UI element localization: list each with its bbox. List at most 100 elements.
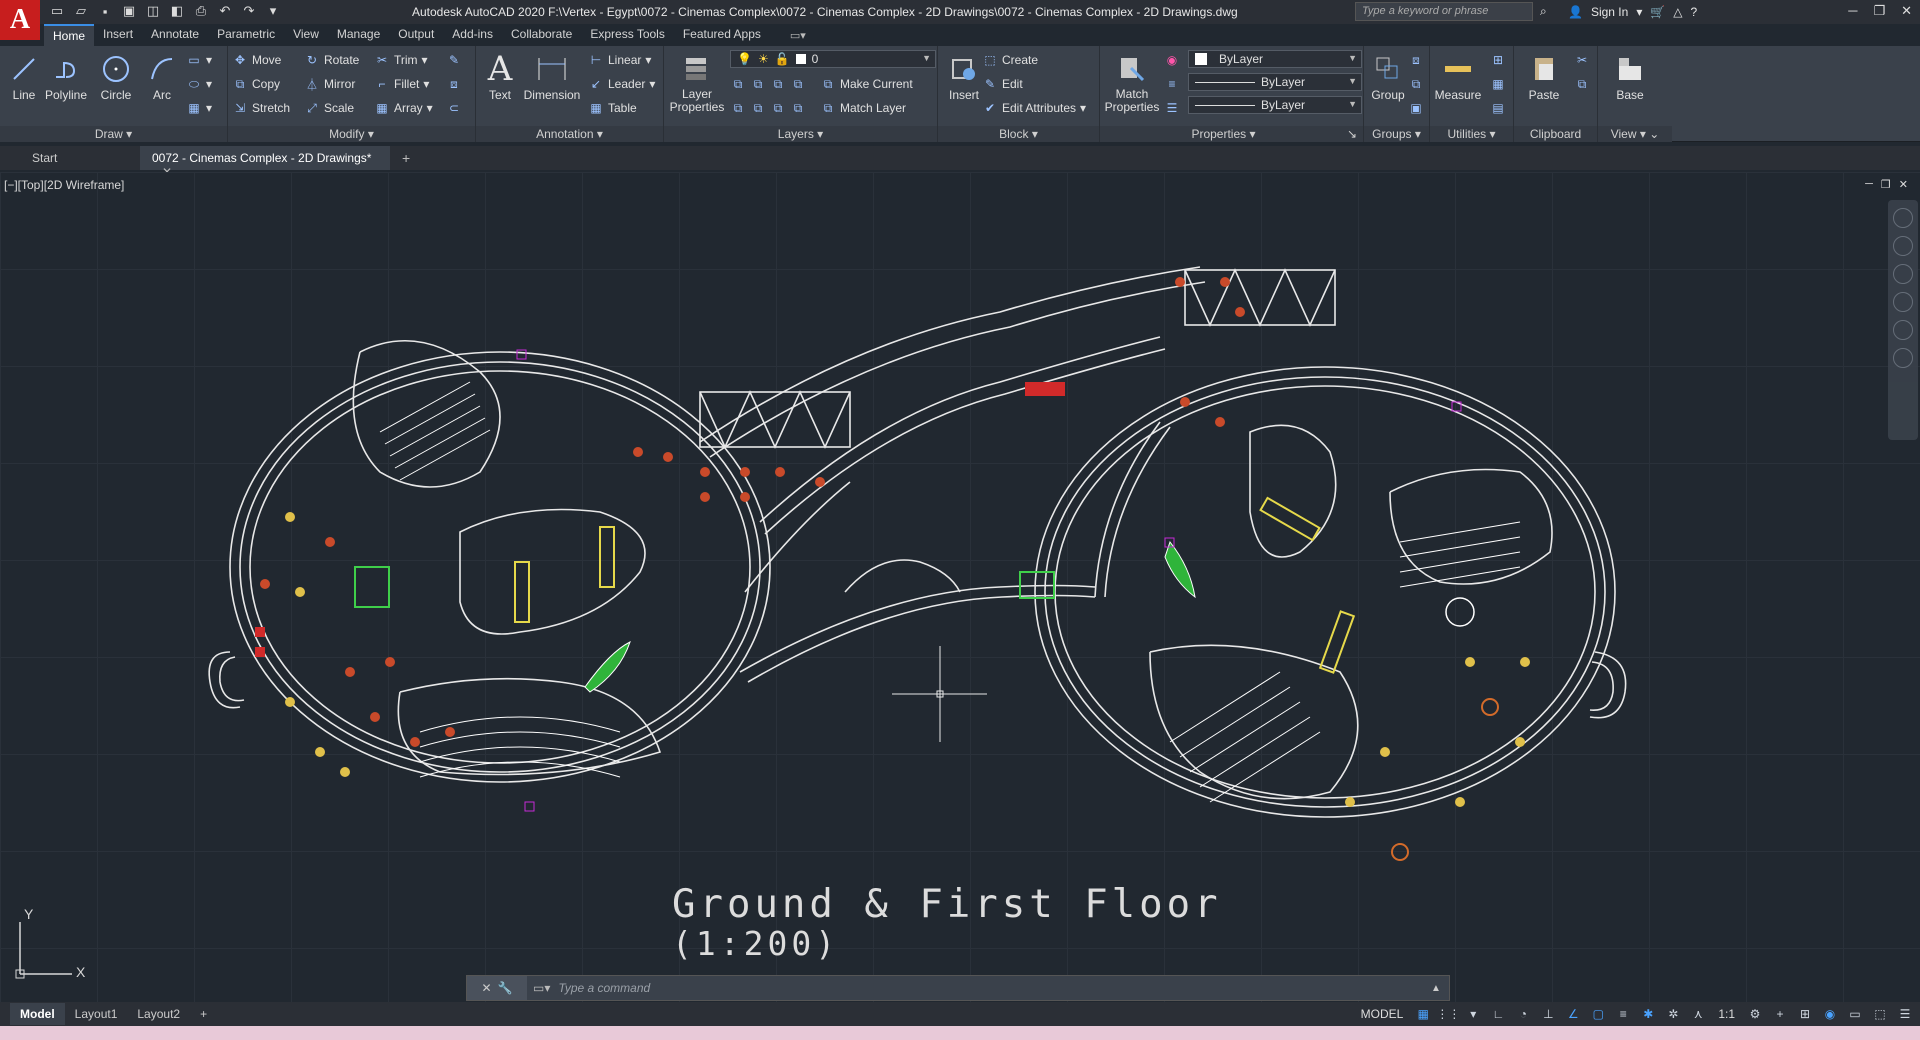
polyline-tool[interactable]: Polyline [42, 50, 90, 102]
line-tool[interactable]: Line [0, 50, 48, 102]
viewcube-icon[interactable] [1893, 208, 1913, 228]
panel-modify-label[interactable]: Modify ▾ [228, 126, 475, 142]
command-history-icon[interactable]: ▲ [1431, 983, 1449, 994]
annotation-scale-icon[interactable]: ⋏ [1689, 1005, 1707, 1023]
tab-layout2[interactable]: Layout2 [127, 1003, 190, 1025]
tab-view[interactable]: View [284, 24, 328, 46]
group-edit-icon[interactable]: ⧉ [1408, 74, 1424, 94]
select-all-icon[interactable]: ▦ [1490, 74, 1506, 94]
pan-icon[interactable] [1893, 264, 1913, 284]
layer-properties-tool[interactable]: Layer Properties [666, 50, 728, 114]
insert-tool[interactable]: Insert [940, 50, 988, 102]
tab-layout1[interactable]: Layout1 [65, 1003, 128, 1025]
lineweight-dropdown[interactable]: ByLayer ▼ [1188, 96, 1362, 114]
panel-draw-label[interactable]: Draw ▾ [0, 126, 227, 142]
calculator-icon[interactable]: ▤ [1490, 98, 1506, 118]
application-menu-button[interactable]: A [0, 0, 40, 40]
circle-tool[interactable]: Circle [92, 50, 140, 102]
redo-icon[interactable]: ↷ [240, 2, 258, 20]
hatch-icon[interactable]: ▦ ▾ [186, 98, 212, 118]
create-block-button[interactable]: ⬚ Create [982, 50, 1038, 70]
command-input[interactable]: Type a command [550, 981, 1431, 995]
save-to-web-icon[interactable]: ◧ [168, 2, 186, 20]
trim-button[interactable]: ✂ Trim ▾ [374, 50, 428, 70]
tab-collaborate[interactable]: Collaborate [502, 24, 581, 46]
vp-close-icon[interactable]: ✕ [1899, 178, 1908, 191]
ortho-icon[interactable]: ∟ [1489, 1005, 1507, 1023]
add-layout-icon[interactable]: + [190, 1003, 217, 1025]
rotate-button[interactable]: ↻ Rotate [304, 50, 359, 70]
steering-wheel-icon[interactable] [1893, 236, 1913, 256]
auto-scale-icon[interactable]: ✲ [1664, 1005, 1682, 1023]
close-command-icon[interactable]: ✕ [481, 981, 491, 995]
tab-add-ins[interactable]: Add-ins [443, 24, 502, 46]
grid-icon[interactable]: ▦ [1414, 1005, 1432, 1023]
tab-home[interactable]: Home [44, 24, 95, 46]
mirror-button[interactable]: ⏃ Mirror [304, 74, 355, 94]
zoom-icon[interactable] [1893, 292, 1913, 312]
arc-tool[interactable]: Arc [138, 50, 186, 102]
recent-commands-icon[interactable]: ▭▾ [533, 981, 550, 995]
tab-annotate[interactable]: Annotate [142, 24, 208, 46]
new-tab-icon[interactable]: + [390, 150, 422, 166]
tab-manage[interactable]: Manage [328, 24, 389, 46]
save-icon[interactable]: ▪ [96, 2, 114, 20]
showmotion-icon[interactable] [1893, 348, 1913, 368]
customization-menu-icon[interactable]: ☰ [1896, 1005, 1914, 1023]
panel-annotation-label[interactable]: Annotation ▾ [476, 126, 663, 142]
panel-clipboard-label[interactable]: Clipboard [1514, 126, 1597, 142]
workspace-gear-icon[interactable]: ⚙ [1746, 1005, 1764, 1023]
group-tool[interactable]: Group [1364, 50, 1412, 102]
color-dropdown[interactable]: ByLayer ▼ [1188, 50, 1362, 68]
model-space-toggle[interactable]: MODEL [1357, 1007, 1408, 1021]
match-layer-button[interactable]: ⧉ Match Layer [820, 98, 906, 118]
undo-icon[interactable]: ↶ [216, 2, 234, 20]
object-snap-tracking-icon[interactable]: ∠ [1564, 1005, 1582, 1023]
snap-icon[interactable]: ⋮⋮ [1436, 1005, 1460, 1023]
quick-select-icon[interactable]: ⊞ [1490, 50, 1506, 70]
rectangle-icon[interactable]: ▭ ▾ [186, 50, 212, 70]
ungroup-icon[interactable]: ⧈ [1408, 50, 1424, 70]
base-tool[interactable]: Base [1606, 50, 1654, 102]
layer-dropdown[interactable]: 💡 ☀ 🔓 0 ▼ [730, 50, 936, 68]
ellipse-icon[interactable]: ⬭ ▾ [186, 74, 212, 94]
customize-qat-icon[interactable]: ▾ [264, 2, 282, 20]
erase-icon[interactable]: ✎ [446, 50, 462, 70]
cart-icon[interactable]: 🛒 [1650, 5, 1665, 19]
sign-in-label[interactable]: Sign In [1591, 5, 1628, 19]
color-wheel-icon[interactable]: ◉ [1164, 50, 1180, 70]
table-button[interactable]: ▦ Table [588, 98, 636, 118]
polar-icon[interactable]: ◔ [1514, 1005, 1532, 1023]
units-icon[interactable]: ⊞ [1796, 1005, 1814, 1023]
clean-screen-icon[interactable]: ⬚ [1871, 1005, 1889, 1023]
isolate-objects-icon[interactable]: ◉ [1821, 1005, 1839, 1023]
paste-tool[interactable]: Paste [1520, 50, 1568, 102]
new-icon[interactable]: ▭ [48, 2, 66, 20]
open-from-web-icon[interactable]: ◫ [144, 2, 162, 20]
orbit-icon[interactable] [1893, 320, 1913, 340]
binoculars-icon[interactable]: ⌕ [1540, 4, 1547, 19]
panel-utilities-label[interactable]: Utilities ▾ [1430, 126, 1513, 142]
offset-icon[interactable]: ⊂ [446, 98, 462, 118]
ribbon-minimize-icon[interactable]: ▭▾ [790, 29, 806, 42]
tab-featured-apps[interactable]: Featured Apps [674, 24, 770, 46]
drawing-canvas[interactable]: [−][Top][2D Wireframe] ─ ❐ ✕ Ground & Fi… [0, 172, 1920, 1002]
annotation-monitor-icon[interactable]: + [1771, 1005, 1789, 1023]
tab-start[interactable]: Start [0, 146, 140, 170]
hardware-acceleration-icon[interactable]: ▭ [1846, 1005, 1864, 1023]
panel-layers-label[interactable]: Layers ▾ [664, 126, 937, 142]
minimize-icon[interactable]: ─ [1848, 3, 1857, 19]
tab-output[interactable]: Output [389, 24, 443, 46]
close-icon[interactable]: ✕ [1901, 3, 1912, 19]
fillet-button[interactable]: ⌐ Fillet ▾ [374, 74, 429, 94]
sign-in-area[interactable]: 👤 Sign In ▾ 🛒 △ ? [1568, 5, 1697, 19]
lineweight-icon[interactable]: ☰ [1164, 98, 1180, 118]
array-button[interactable]: ▦ Array ▾ [374, 98, 432, 118]
linetype-icon[interactable]: ≡ [1164, 74, 1180, 94]
lineweight-toggle-icon[interactable]: ≡ [1614, 1005, 1632, 1023]
annotation-scale-value[interactable]: 1:1 [1714, 1007, 1739, 1021]
restore-icon[interactable]: ❐ [1873, 3, 1885, 19]
panel-groups-label[interactable]: Groups ▾ [1364, 126, 1429, 142]
layer-tools-row2[interactable]: ⧉ ⧉ ⧉ ⧉ [730, 98, 806, 118]
tab-insert[interactable]: Insert [94, 24, 142, 46]
